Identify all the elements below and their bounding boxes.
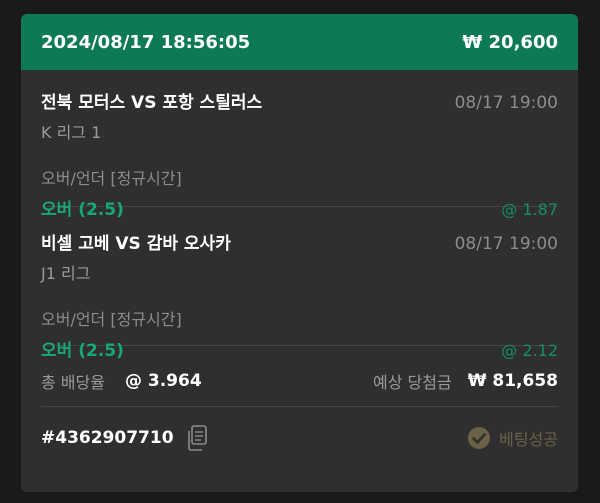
- total-odds-label: 총 배당율: [41, 373, 105, 392]
- match-league: K 리그 1: [41, 123, 102, 142]
- bet-status: 베팅성공: [467, 426, 558, 450]
- market-type: 오버/언더 [정규시간]: [41, 169, 182, 188]
- bet-datetime: 2024/08/17 18:56:05: [41, 31, 251, 53]
- expected-win-value: ₩ 81,658: [467, 371, 558, 391]
- bet-slip-card: 2024/08/17 18:56:05 ₩ 20,600 전북 모터스 VS 포…: [21, 14, 578, 492]
- expected-win-label: 예상 당첨금: [373, 373, 452, 392]
- bet-footer: #4362907710 베팅성공: [21, 407, 578, 469]
- bet-slip-header: 2024/08/17 18:56:05 ₩ 20,600: [21, 14, 578, 70]
- copy-icon[interactable]: [186, 425, 208, 451]
- total-odds-value: @ 3.964: [124, 371, 202, 391]
- bet-stake: ₩ 20,600: [462, 31, 558, 53]
- match-item: 비셀 고베 VS 감바 오사카 08/17 19:00 J1 리그 오버/언더 …: [21, 207, 578, 361]
- match-teams: 비셀 고베 VS 감바 오사카: [41, 234, 231, 254]
- match-time: 08/17 19:00: [454, 93, 558, 113]
- ticket-id: #4362907710: [41, 428, 174, 448]
- bet-odds: @ 2.12: [501, 341, 558, 360]
- bet-summary: 총 배당율 @ 3.964 예상 당첨금 ₩ 81,658: [21, 356, 578, 406]
- market-type: 오버/언더 [정규시간]: [41, 310, 182, 329]
- bet-pick: 오버 (2.5): [41, 341, 124, 361]
- bet-status-text: 베팅성공: [499, 430, 558, 449]
- match-teams: 전북 모터스 VS 포항 스틸러스: [41, 93, 263, 113]
- match-time: 08/17 19:00: [454, 234, 558, 254]
- match-item: 전북 모터스 VS 포항 스틸러스 08/17 19:00 K 리그 1 오버/…: [21, 70, 578, 220]
- match-league: J1 리그: [41, 264, 91, 283]
- check-circle-icon: [467, 426, 491, 450]
